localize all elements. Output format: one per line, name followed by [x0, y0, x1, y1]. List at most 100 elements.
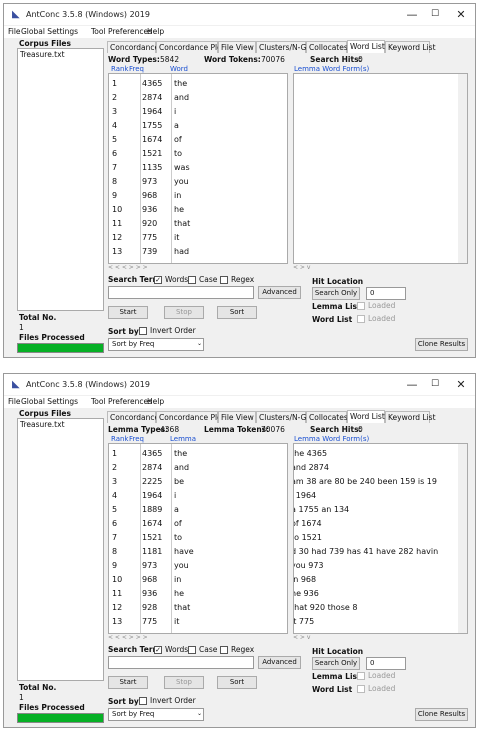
col-header-freq[interactable]: Freq: [129, 65, 144, 73]
regex-checkbox[interactable]: [220, 276, 228, 284]
lemma-forms-table[interactable]: the 4365 and 2874 am 38 are 80 be 240 been…: [293, 443, 468, 634]
menu-tool-preferences[interactable]: Tool Preferences: [91, 27, 152, 36]
advanced-button[interactable]: Advanced: [258, 656, 301, 669]
words-checkbox[interactable]: ✓: [154, 646, 162, 654]
lemma-vertical-scrollbar[interactable]: [458, 444, 467, 633]
tab-collocates[interactable]: Collocates: [306, 411, 348, 423]
menu-file[interactable]: File: [8, 397, 21, 406]
table-row[interactable]: 13 775 it: [109, 615, 287, 629]
corpus-files-list[interactable]: Treasure.txt: [17, 418, 104, 681]
menu-tool-preferences[interactable]: Tool Preferences: [91, 397, 152, 406]
menu-help[interactable]: Help: [147, 397, 164, 406]
lemma-forms-table[interactable]: [293, 73, 468, 264]
minimize-button[interactable]: —: [401, 7, 423, 22]
table-row[interactable]: 3 2225 be: [109, 475, 287, 489]
table-row[interactable]: 13 739 had: [109, 245, 287, 259]
lemma-horizontal-scrollbar[interactable]: < > v: [293, 634, 468, 641]
tab-concordance-plot[interactable]: Concordance Plot: [156, 411, 225, 423]
lemma-vertical-scrollbar[interactable]: [458, 74, 467, 263]
tab-word-list[interactable]: Word List: [347, 40, 385, 53]
table-row[interactable]: 3 1964 i: [109, 105, 287, 119]
table-row[interactable]: 9 973 you: [109, 559, 287, 573]
table-row[interactable]: 10 968 in: [109, 573, 287, 587]
stop-button[interactable]: Stop: [164, 676, 204, 689]
hit-location-spinner[interactable]: 0: [366, 287, 406, 300]
table-row[interactable]: 2 2874 and: [109, 461, 287, 475]
table-row[interactable]: 7 1135 was: [109, 161, 287, 175]
table-row[interactable]: 4 1964 i: [109, 489, 287, 503]
sort-by-select[interactable]: Sort by Freq: [108, 708, 204, 721]
minimize-button[interactable]: —: [401, 377, 423, 392]
table-row[interactable]: 6 1521 to: [109, 147, 287, 161]
table-row[interactable]: 10 936 he: [109, 203, 287, 217]
tab-keyword-list[interactable]: Keyword List: [385, 411, 436, 423]
table-row[interactable]: 11 936 he: [109, 587, 287, 601]
col-header-word[interactable]: Word: [170, 65, 188, 73]
table-row[interactable]: 4 1755 a: [109, 119, 287, 133]
menu-file[interactable]: File: [8, 27, 21, 36]
lemma-form-row[interactable]: it 775: [294, 615, 467, 629]
table-row[interactable]: 12 928 that: [109, 601, 287, 615]
table-row[interactable]: 8 1181 have: [109, 545, 287, 559]
tab-collocates[interactable]: Collocates: [306, 41, 348, 53]
lemma-form-row[interactable]: and 2874: [294, 461, 467, 475]
col-header-rank[interactable]: Rank: [111, 435, 129, 443]
case-checkbox[interactable]: [188, 276, 196, 284]
maximize-button[interactable]: ☐: [424, 7, 446, 22]
stop-button[interactable]: Stop: [164, 306, 204, 319]
table-row[interactable]: 1 4365 the: [109, 77, 287, 91]
menu-help[interactable]: Help: [147, 27, 164, 36]
regex-checkbox[interactable]: [220, 646, 228, 654]
advanced-button[interactable]: Advanced: [258, 286, 301, 299]
table-horizontal-scrollbar[interactable]: < < < > > >: [108, 634, 288, 641]
table-row[interactable]: 11 920 that: [109, 217, 287, 231]
sort-button[interactable]: Sort: [217, 306, 257, 319]
table-row[interactable]: 5 1889 a: [109, 503, 287, 517]
search-only-button[interactable]: Search Only: [312, 287, 360, 300]
corpus-file-item[interactable]: Treasure.txt: [20, 50, 65, 59]
sort-button[interactable]: Sort: [217, 676, 257, 689]
lemma-form-row[interactable]: in 968: [294, 573, 467, 587]
table-row[interactable]: 2 2874 and: [109, 91, 287, 105]
tab-concordance-plot[interactable]: Concordance Plot: [156, 41, 225, 53]
menu-global-settings[interactable]: Global Settings: [21, 397, 78, 406]
lemma-form-row[interactable]: i 1964: [294, 489, 467, 503]
results-table[interactable]: 1 4365 the 2 2874 and 3 2225 be 4 1964 i 5 1889 a 6 1674…: [108, 443, 288, 634]
clone-results-button[interactable]: Clone Results: [415, 708, 468, 721]
table-row[interactable]: 12 775 it: [109, 231, 287, 245]
tab-file-view[interactable]: File View: [218, 41, 256, 53]
lemma-form-row[interactable]: that 920 those 8: [294, 601, 467, 615]
clone-results-button[interactable]: Clone Results: [415, 338, 468, 351]
tab-concordance[interactable]: Concordance: [107, 41, 159, 53]
lemma-form-row[interactable]: am 38 are 80 be 240 been 159 is 19: [294, 475, 467, 489]
lemma-form-row[interactable]: he 936: [294, 587, 467, 601]
menu-global-settings[interactable]: Global Settings: [21, 27, 78, 36]
table-row[interactable]: 7 1521 to: [109, 531, 287, 545]
table-row[interactable]: 6 1674 of: [109, 517, 287, 531]
lemma-form-row[interactable]: to 1521: [294, 531, 467, 545]
col-header-freq[interactable]: Freq: [129, 435, 144, 443]
start-button[interactable]: Start: [108, 676, 148, 689]
tab-clusters-n-grams[interactable]: Clusters/N-Grams: [256, 41, 325, 53]
tab-clusters-n-grams[interactable]: Clusters/N-Grams: [256, 411, 325, 423]
col-header-lemma-forms[interactable]: Lemma Word Form(s): [294, 435, 369, 443]
col-header-lemma-forms[interactable]: Lemma Word Form(s): [294, 65, 369, 73]
corpus-files-list[interactable]: Treasure.txt: [17, 48, 104, 311]
lemma-form-row[interactable]: d 30 had 739 has 41 have 282 havin: [294, 545, 467, 559]
results-table[interactable]: 1 4365 the 2 2874 and 3 1964 i 4 1755 a 5 1674 of 6 1521…: [108, 73, 288, 264]
search-term-input[interactable]: [108, 286, 254, 299]
sort-by-select[interactable]: Sort by Freq: [108, 338, 204, 351]
lemma-form-row[interactable]: a 1755 an 134: [294, 503, 467, 517]
maximize-button[interactable]: ☐: [424, 377, 446, 392]
table-row[interactable]: 8 973 you: [109, 175, 287, 189]
case-checkbox[interactable]: [188, 646, 196, 654]
table-row[interactable]: 1 4365 the: [109, 447, 287, 461]
tab-concordance[interactable]: Concordance: [107, 411, 159, 423]
corpus-file-item[interactable]: Treasure.txt: [20, 420, 65, 429]
search-term-input[interactable]: [108, 656, 254, 669]
table-horizontal-scrollbar[interactable]: < < < > > >: [108, 264, 288, 271]
table-row[interactable]: 9 968 in: [109, 189, 287, 203]
tab-word-list[interactable]: Word List: [347, 410, 385, 423]
close-button[interactable]: ✕: [450, 377, 472, 392]
invert-order-checkbox[interactable]: [139, 327, 147, 335]
